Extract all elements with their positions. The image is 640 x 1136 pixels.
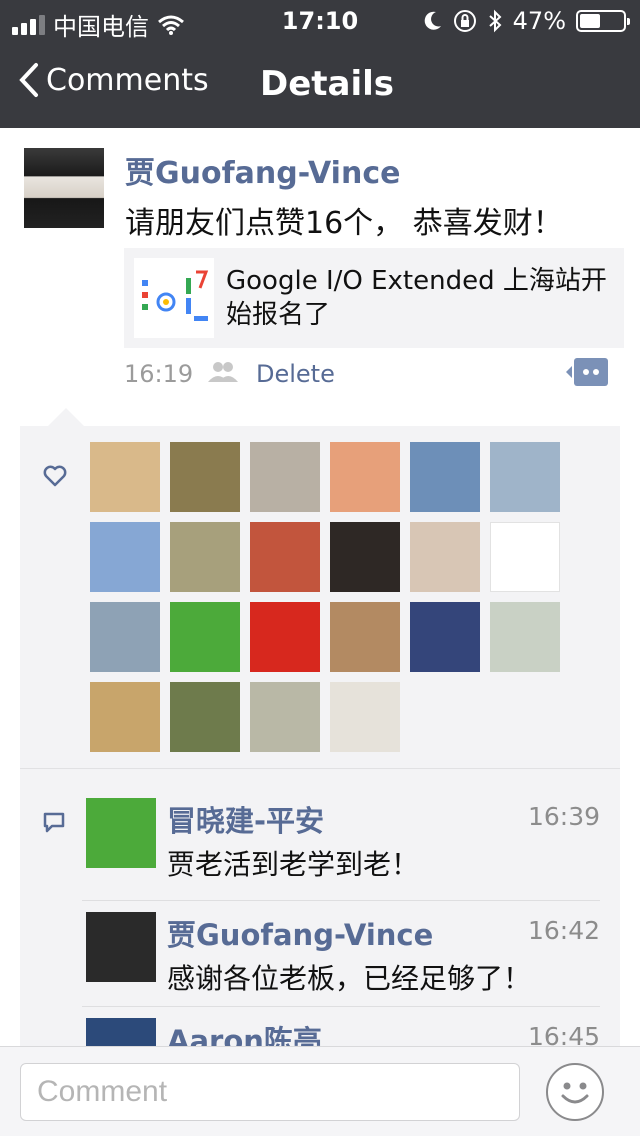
comment-time: 16:42: [527, 916, 600, 945]
delete-button[interactable]: Delete: [256, 360, 335, 388]
liker-avatar[interactable]: [250, 442, 320, 512]
moon-icon: [424, 11, 441, 30]
comment-input-bar: [0, 1046, 640, 1136]
top-bar: 中国电信 17:10 47% Comments Details: [0, 0, 640, 128]
link-thumbnail: [134, 258, 214, 338]
people-icon[interactable]: [206, 360, 240, 384]
comment-item[interactable]: 冒晓建-平安 16:39 贾老活到老学到老！: [86, 798, 600, 904]
liker-avatar[interactable]: [330, 602, 400, 672]
more-actions-button[interactable]: [566, 358, 608, 386]
liker-avatar[interactable]: [490, 602, 560, 672]
liker-avatar[interactable]: [490, 442, 560, 512]
post-text: 请朋友们点赞16个， 恭喜发财！: [125, 206, 563, 241]
liker-avatar[interactable]: [170, 442, 240, 512]
liker-avatar[interactable]: [90, 522, 160, 592]
link-title: Google I/O Extended 上海站开始报名了: [226, 266, 607, 330]
heart-icon: [43, 465, 67, 487]
liker-avatar[interactable]: [410, 602, 480, 672]
liker-avatar[interactable]: [250, 602, 320, 672]
comment-time: 16:39: [527, 802, 600, 831]
liker-avatar[interactable]: [90, 602, 160, 672]
likes-comments-panel: 冒晓建-平安 16:39 贾老活到老学到老！ 贾Guofang-Vince 16…: [20, 408, 620, 1088]
liker-avatar[interactable]: [410, 442, 480, 512]
comment-separator: [82, 1006, 600, 1007]
likes-divider: [20, 768, 620, 769]
post-meta-row: 16:19 Delete: [124, 358, 608, 390]
post-author-name[interactable]: 贾Guofang-Vince: [125, 148, 400, 192]
comment-item[interactable]: 贾Guofang-Vince 16:42 感谢各位老板，已经足够了！: [86, 912, 600, 1018]
liker-avatar[interactable]: [330, 442, 400, 512]
liker-avatar[interactable]: [170, 682, 240, 752]
comment-separator: [82, 900, 600, 901]
page-title: Details: [259, 64, 395, 104]
liker-avatar[interactable]: [330, 522, 400, 592]
comment-text: 贾老活到老学到老！: [167, 848, 420, 881]
comment-input[interactable]: [20, 1063, 520, 1121]
liker-avatar[interactable]: [90, 442, 160, 512]
post-author-avatar[interactable]: [24, 148, 104, 228]
commenter-name[interactable]: 冒晓建-平安: [167, 798, 324, 840]
comment-text: 感谢各位老板，已经足够了！: [167, 962, 532, 995]
battery-icon: [576, 10, 630, 32]
smiley-icon: [561, 1082, 589, 1104]
shared-link-card[interactable]: Google I/O Extended 上海站开始报名了: [124, 248, 624, 348]
liker-avatar[interactable]: [490, 522, 560, 592]
rotation-lock-icon: [453, 10, 476, 32]
battery-fill: [580, 14, 600, 28]
liker-avatar[interactable]: [170, 602, 240, 672]
google-io-logo-icon: [142, 270, 209, 321]
liker-avatar[interactable]: [170, 522, 240, 592]
status-bar: 中国电信 17:10 47%: [0, 0, 640, 41]
comment-bubble-icon: [43, 812, 65, 833]
status-right: 47%: [423, 7, 630, 35]
liker-avatar[interactable]: [410, 522, 480, 592]
nav-bar: Comments Details: [0, 40, 640, 128]
bluetooth-icon: [488, 9, 502, 33]
liker-avatar[interactable]: [90, 682, 160, 752]
battery-percent: 47%: [512, 7, 566, 35]
emoji-button[interactable]: [546, 1063, 604, 1121]
commenter-name[interactable]: 贾Guofang-Vince: [167, 912, 433, 954]
liker-avatar[interactable]: [250, 522, 320, 592]
liker-avatar[interactable]: [330, 682, 400, 752]
post-time: 16:19: [124, 360, 194, 388]
commenter-avatar[interactable]: [86, 798, 156, 868]
commenter-avatar[interactable]: [86, 912, 156, 982]
liker-avatar[interactable]: [250, 682, 320, 752]
likes-avatar-grid: [90, 442, 570, 752]
